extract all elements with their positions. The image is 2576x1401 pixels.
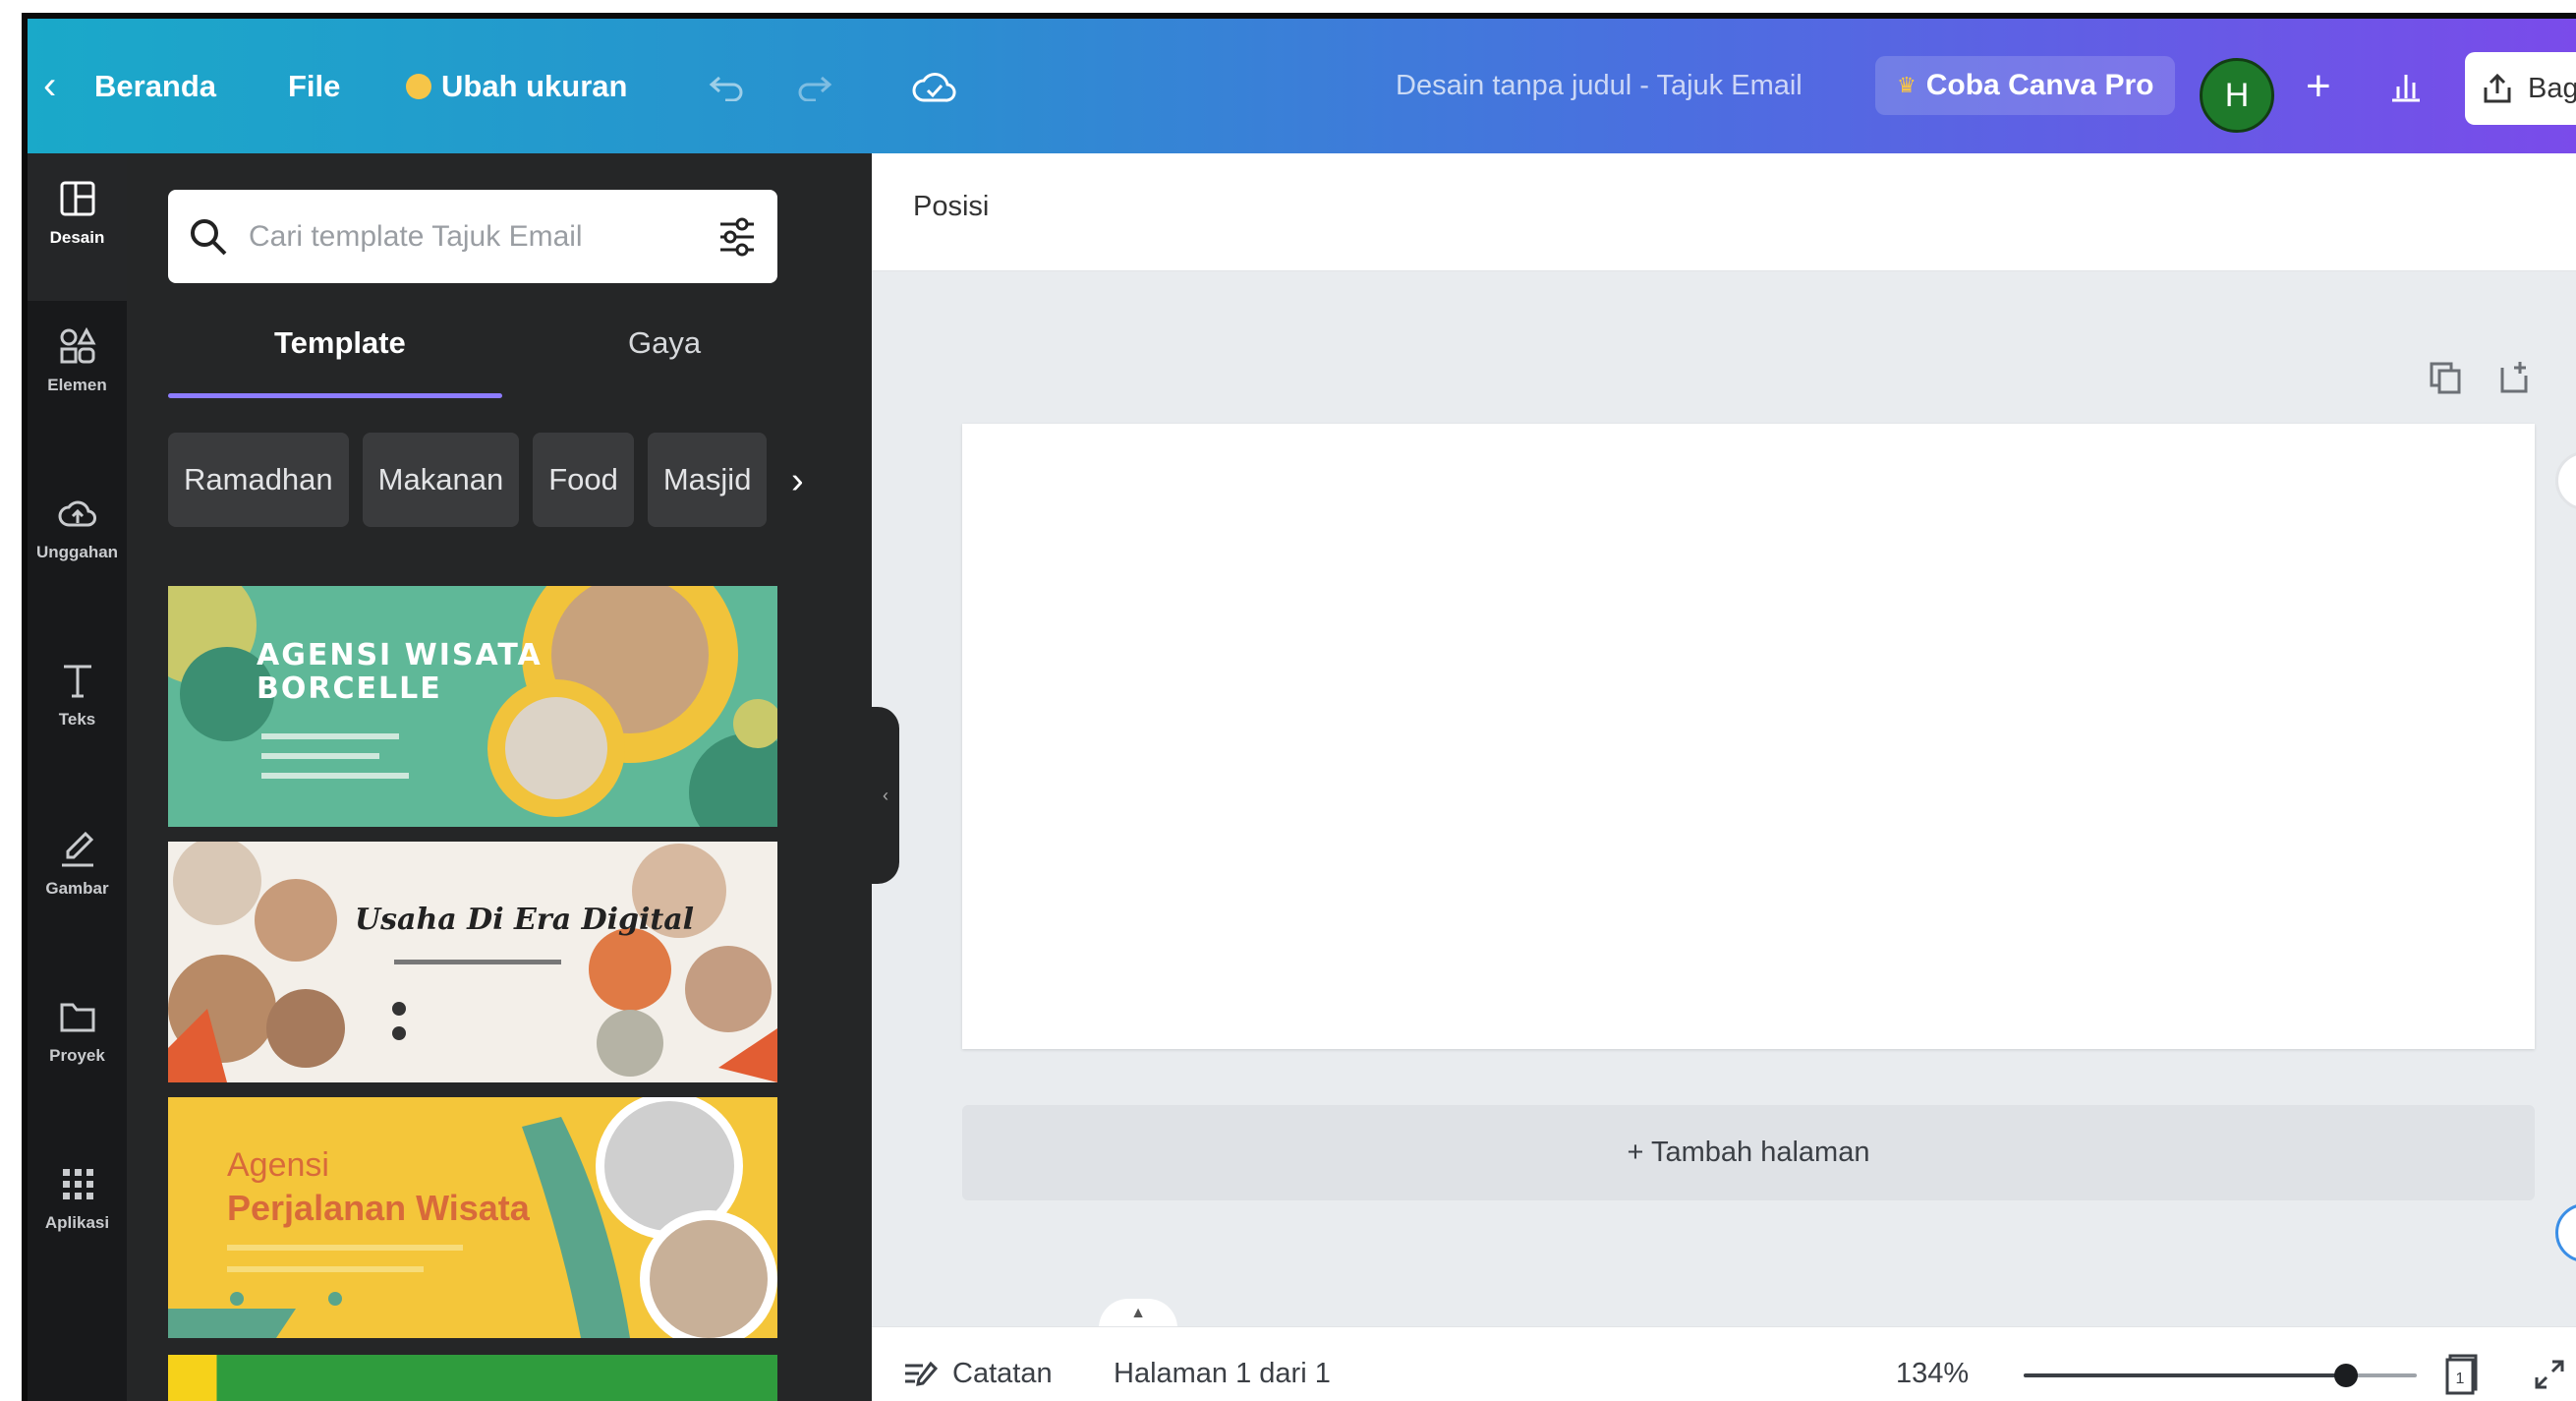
card-title-line: AGENSI WISATA (257, 638, 543, 672)
resize-button[interactable]: Ubah ukuran (406, 19, 627, 153)
rail-item-text[interactable]: Teks (28, 635, 127, 783)
share-icon (2484, 73, 2511, 103)
crown-icon: ♛ (1897, 73, 1917, 97)
collapse-panel-handle[interactable]: ‹ (872, 707, 899, 884)
share-label: Bag (2528, 72, 2576, 104)
text-icon (63, 665, 91, 698)
avatar[interactable]: H (2200, 58, 2274, 133)
rail-item-uploads[interactable]: Unggahan (28, 468, 127, 615)
rail-label: Teks (58, 710, 96, 729)
redo-icon[interactable] (794, 19, 833, 153)
design-canvas-page[interactable] (962, 424, 2535, 1049)
template-thumbnail (168, 842, 777, 1082)
template-search-input[interactable]: Cari template Tajuk Email (168, 190, 777, 283)
canvas-side-handle[interactable] (2555, 451, 2576, 510)
chip-makanan[interactable]: Makanan (362, 433, 520, 527)
zoom-slider[interactable] (2024, 1364, 2417, 1387)
apps-grid-icon (62, 1169, 93, 1199)
card-title-line: Perjalanan Wisata (227, 1188, 530, 1228)
rail-label: Desain (49, 228, 105, 247)
fullscreen-icon[interactable] (2533, 1327, 2566, 1401)
active-tab-indicator (168, 393, 502, 398)
resize-label: Ubah ukuran (441, 68, 628, 103)
page-count-icon: 1 (2445, 1354, 2478, 1394)
notes-icon (905, 1361, 939, 1386)
expand-pages-chevron-icon[interactable]: ▲ (1099, 1299, 1177, 1328)
context-toolbar: Posisi (872, 153, 2576, 271)
add-collaborator-icon[interactable]: + (2306, 19, 2331, 153)
card-title: Usaha Di Era Digital (355, 903, 695, 937)
left-icon-rail: Desain Elemen Unggahan Teks Gambar Proye… (28, 153, 127, 1401)
back-chevron-icon[interactable]: ‹ (43, 19, 56, 153)
page-count-number: 1 (2456, 1371, 2465, 1387)
card-title-line: Agensi (227, 1146, 329, 1184)
undo-icon[interactable] (708, 19, 747, 153)
tab-template[interactable]: Template (274, 325, 406, 361)
page-grid-view-button[interactable]: 1 (2444, 1327, 2480, 1401)
chip-food[interactable]: Food (533, 433, 634, 527)
notes-label: Catatan (952, 1358, 1053, 1389)
template-card[interactable]: AGENSI WISATA BORCELLE (168, 586, 777, 827)
app-window: ‹ Beranda File Ubah ukuran Desain tanpa … (22, 13, 2576, 1401)
template-thumbnail (168, 586, 777, 827)
chip-masjid[interactable]: Masjid (647, 433, 768, 527)
folder-icon (60, 1003, 94, 1032)
position-button[interactable]: Posisi (913, 191, 989, 223)
add-page-button[interactable]: + Tambah halaman (962, 1105, 2535, 1200)
home-button[interactable]: Beranda (94, 19, 216, 153)
rail-label: Elemen (47, 376, 107, 394)
file-menu-button[interactable]: File (288, 19, 340, 153)
rail-item-projects[interactable]: Proyek (28, 971, 127, 1119)
rail-item-draw[interactable]: Gambar (28, 804, 127, 952)
cloud-sync-icon[interactable] (912, 19, 957, 153)
bottom-toolbar: Catatan Halaman 1 dari 1 134% 1 (872, 1326, 2576, 1401)
rail-label: Gambar (45, 879, 109, 898)
shapes-icon (60, 326, 96, 364)
help-button[interactable] (2555, 1203, 2576, 1262)
rail-label: Aplikasi (44, 1213, 110, 1232)
layout-icon (60, 181, 94, 216)
cloud-upload-icon (58, 500, 96, 527)
page-tools (2426, 358, 2534, 397)
chip-ramadhan[interactable]: Ramadhan (168, 433, 349, 527)
duplicate-page-icon[interactable] (2426, 358, 2465, 397)
tab-style[interactable]: Gaya (628, 325, 701, 361)
draw-icon (61, 831, 93, 867)
rail-item-apps[interactable]: Aplikasi (28, 1138, 127, 1286)
zoom-slider-fill (2024, 1373, 2346, 1377)
rail-label: Proyek (49, 1046, 105, 1065)
search-icon (191, 218, 227, 255)
share-button[interactable]: Bag (2465, 52, 2576, 125)
document-title[interactable]: Desain tanpa judul - Tajuk Email (1396, 19, 1803, 153)
try-pro-label: Coba Canva Pro (1925, 69, 2154, 101)
chevron-right-icon[interactable]: › (791, 460, 804, 502)
page-indicator: Halaman 1 dari 1 (1114, 1358, 1331, 1389)
zoom-slider-handle[interactable] (2334, 1364, 2358, 1387)
template-panel: Cari template Tajuk Email Template Gaya … (127, 153, 872, 1401)
template-card[interactable] (168, 1355, 777, 1401)
zoom-level[interactable]: 134% (1896, 1327, 1969, 1401)
filter-sliders-icon (720, 217, 754, 256)
rail-item-design[interactable]: Desain (28, 153, 127, 301)
rail-label: Unggahan (35, 543, 119, 561)
category-chips: Ramadhan Makanan Food Masjid (168, 433, 768, 527)
add-page-icon[interactable] (2494, 358, 2534, 397)
rail-item-elements[interactable]: Elemen (28, 301, 127, 448)
template-card[interactable]: Agensi Perjalanan Wisata (168, 1097, 777, 1338)
search-placeholder: Cari template Tajuk Email (249, 219, 583, 253)
template-card[interactable]: Usaha Di Era Digital (168, 842, 777, 1082)
card-title: AGENSI WISATA BORCELLE (257, 639, 543, 706)
card-title-line: BORCELLE (257, 671, 442, 706)
top-toolbar: ‹ Beranda File Ubah ukuran Desain tanpa … (28, 19, 2576, 153)
crown-icon (406, 73, 431, 99)
insights-chart-icon[interactable] (2388, 19, 2424, 153)
notes-button[interactable]: Catatan (901, 1327, 1053, 1401)
try-pro-button[interactable]: ♛ Coba Canva Pro (1875, 56, 2176, 115)
